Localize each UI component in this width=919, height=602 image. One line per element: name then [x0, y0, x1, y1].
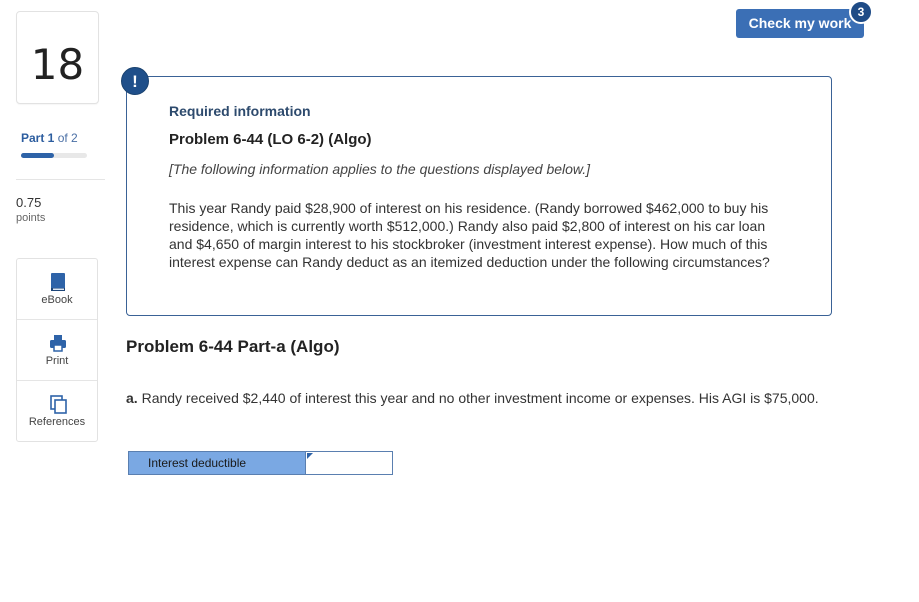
- part-indicator: Part 1 of 2: [21, 131, 78, 145]
- print-label: Print: [45, 355, 69, 367]
- attempts-badge: 3: [849, 0, 873, 24]
- question-number: 18: [30, 40, 85, 89]
- references-label: References: [28, 416, 86, 428]
- ebook-label: eBook: [41, 294, 73, 306]
- answer-row: Interest deductible: [128, 451, 393, 475]
- info-note: [The following information applies to th…: [169, 161, 591, 177]
- part-total: of 2: [57, 131, 78, 145]
- points-label: points: [16, 212, 46, 224]
- required-information-heading: Required information: [169, 103, 311, 119]
- points-value: 0.75: [16, 195, 42, 210]
- part-a-prefix: a.: [126, 390, 138, 406]
- alert-icon: !: [121, 67, 149, 95]
- references-button[interactable]: References: [17, 381, 97, 442]
- book-icon: [51, 273, 65, 291]
- problem-body: This year Randy paid $28,900 of interest…: [169, 200, 770, 270]
- part-a-question: a. Randy received $2,440 of interest thi…: [126, 389, 866, 407]
- part-progress-bar: [21, 153, 87, 158]
- part-a-question-text: Randy received $2,440 of interest this y…: [141, 390, 819, 406]
- problem-title: Problem 6-44 (LO 6-2) (Algo): [169, 131, 372, 148]
- print-button[interactable]: Print: [17, 320, 97, 381]
- input-corner-marker: [307, 453, 313, 459]
- divider: [16, 179, 105, 180]
- part-progress-fill: [21, 153, 54, 158]
- references-icon: [50, 395, 67, 414]
- part-current: Part 1: [21, 131, 55, 145]
- ebook-button[interactable]: eBook: [17, 259, 97, 320]
- part-a-title: Problem 6-44 Part-a (Algo): [126, 337, 340, 356]
- printer-icon: [50, 335, 66, 352]
- question-number-card: 18: [16, 11, 99, 104]
- tools-panel: eBook Print References: [16, 258, 98, 442]
- interest-deductible-label: Interest deductible: [129, 452, 306, 474]
- check-my-work-button[interactable]: Check my work: [736, 9, 864, 38]
- interest-deductible-input[interactable]: [306, 452, 392, 474]
